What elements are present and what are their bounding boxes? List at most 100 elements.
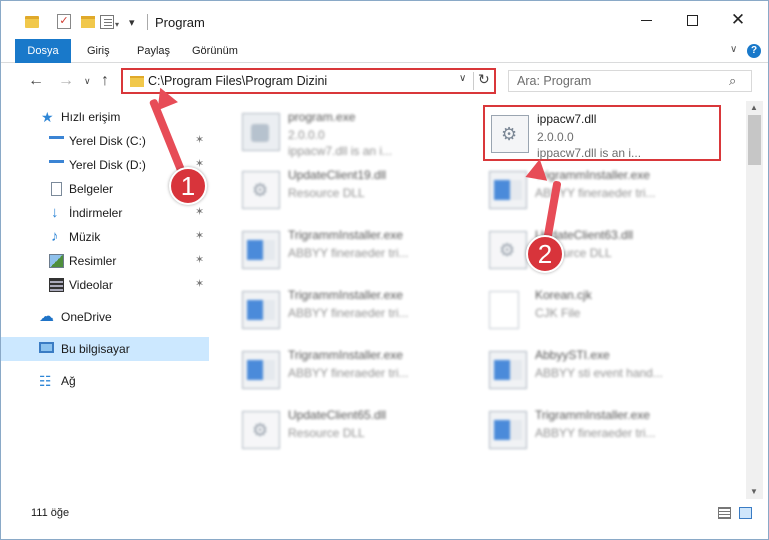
minimize-icon bbox=[640, 19, 652, 21]
recent-locations-icon[interactable]: ∨ bbox=[84, 76, 91, 87]
text-file-icon bbox=[489, 291, 519, 329]
pin-icon[interactable]: ✶ bbox=[195, 133, 204, 146]
sidebar-item-onedrive[interactable]: ☁ OneDrive bbox=[1, 305, 209, 329]
customize-toolbar-icon[interactable]: ▾ bbox=[129, 13, 135, 31]
file-tile-selected[interactable]: ippacw7.dll 2.0.0.0 ippacw7.dll is an i.… bbox=[483, 105, 721, 161]
tab-paylas[interactable]: Paylaş bbox=[137, 39, 170, 63]
pin-icon[interactable]: ✶ bbox=[195, 277, 204, 290]
properties-check-icon[interactable]: ✓ bbox=[57, 14, 71, 29]
forward-arrow-icon[interactable]: → bbox=[58, 72, 74, 90]
folder-icon bbox=[130, 76, 144, 87]
details-view-icon[interactable] bbox=[718, 507, 731, 519]
file-tile[interactable]: TrigrammInstaller.exe ABBYY fineraeder t… bbox=[483, 163, 721, 219]
expand-ribbon-icon[interactable]: ∨ bbox=[730, 44, 737, 55]
sidebar-item-label: OneDrive bbox=[61, 310, 112, 324]
sidebar-item-videos[interactable]: Videolar ✶ bbox=[1, 273, 209, 297]
back-arrow-icon[interactable]: ← bbox=[28, 72, 44, 90]
sidebar-item-label: Bu bilgisayar bbox=[61, 342, 130, 356]
sidebar-item-pictures[interactable]: Resimler ✶ bbox=[1, 249, 209, 273]
file-explorer-window: ✓ ▾ ▾ Program ✕ Dosya Giriş Paylaş Görün… bbox=[0, 0, 769, 540]
scroll-down-icon[interactable]: ▼ bbox=[750, 487, 758, 496]
refresh-icon[interactable]: ↻ bbox=[478, 71, 490, 88]
file-tile[interactable]: Korean.cjk CJK File bbox=[483, 283, 721, 339]
address-bar[interactable]: C:\Program Files\Program Dizini ∨ ↻ bbox=[121, 68, 496, 94]
scroll-up-icon[interactable]: ▲ bbox=[750, 103, 758, 112]
annotation-badge-1: 1 bbox=[169, 167, 207, 205]
file-description: CJK File bbox=[535, 306, 581, 320]
downloads-icon: ↓ bbox=[51, 204, 59, 221]
file-name: program.exe bbox=[288, 110, 356, 124]
large-icons-view-icon[interactable] bbox=[739, 507, 752, 519]
sidebar-item-quick-access[interactable]: ★ Hızlı erişim bbox=[1, 105, 209, 129]
maximize-button[interactable] bbox=[669, 1, 715, 39]
file-tile[interactable]: AbbyySTI.exe ABBYY sti event hand... bbox=[483, 343, 721, 399]
documents-icon bbox=[51, 182, 62, 196]
tab-giris[interactable]: Giriş bbox=[87, 39, 110, 63]
up-arrow-icon[interactable]: ↑ bbox=[101, 72, 109, 90]
drive-icon bbox=[49, 160, 64, 171]
file-description: ABBYY fineraeder tri... bbox=[288, 306, 409, 320]
file-description: ippacw7.dll is an i... bbox=[288, 144, 393, 158]
search-input[interactable]: Ara: Program ⌕ bbox=[508, 70, 752, 92]
tab-gorunum[interactable]: Görünüm bbox=[192, 39, 238, 63]
quick-access-dropdown-icon[interactable]: ▾ bbox=[115, 15, 119, 33]
dll-file-icon bbox=[242, 171, 280, 209]
exe-file-icon bbox=[489, 171, 527, 209]
file-tile[interactable]: TrigrammInstaller.exe ABBYY fineraeder t… bbox=[236, 223, 474, 279]
file-description: ABBYY fineraeder tri... bbox=[288, 246, 409, 260]
file-name: TrigrammInstaller.exe bbox=[535, 168, 650, 182]
file-list: program.exe 2.0.0.0 ippacw7.dll is an i.… bbox=[212, 101, 746, 499]
file-description: ABBYY sti event hand... bbox=[535, 366, 663, 380]
pin-icon[interactable]: ✶ bbox=[195, 205, 204, 218]
file-tile[interactable]: UpdateClient63.dll Resource DLL bbox=[483, 223, 721, 279]
title-bar: ✓ ▾ ▾ Program ✕ bbox=[1, 1, 768, 39]
sidebar-item-music[interactable]: ♪ Müzik ✶ bbox=[1, 225, 209, 249]
new-folder-icon[interactable] bbox=[81, 16, 95, 28]
sidebar-item-label: İndirmeler bbox=[69, 206, 123, 220]
window-title: Program bbox=[155, 15, 205, 30]
pin-icon[interactable]: ✶ bbox=[195, 229, 204, 242]
annotation-arrowhead-2 bbox=[525, 157, 551, 181]
exe-file-icon bbox=[489, 411, 527, 449]
file-description: ABBYY fineraeder tri... bbox=[535, 426, 656, 440]
address-dropdown-icon[interactable]: ∨ bbox=[459, 73, 466, 84]
file-tile[interactable]: UpdateClient65.dll Resource DLL bbox=[236, 403, 474, 459]
file-name: UpdateClient65.dll bbox=[288, 408, 387, 422]
file-tile[interactable]: TrigrammInstaller.exe ABBYY fineraeder t… bbox=[483, 403, 721, 459]
file-description: ABBYY fineraeder tri... bbox=[288, 366, 409, 380]
status-bar: 111 öğe bbox=[1, 501, 768, 525]
tab-dosya[interactable]: Dosya bbox=[15, 39, 71, 63]
scrollbar-thumb[interactable] bbox=[748, 115, 761, 165]
close-button[interactable]: ✕ bbox=[715, 1, 761, 39]
sidebar-item-label: Videolar bbox=[69, 278, 113, 292]
search-icon[interactable]: ⌕ bbox=[729, 73, 736, 89]
minimize-button[interactable] bbox=[623, 1, 669, 39]
sidebar-item-network[interactable]: ☷ Ağ bbox=[1, 369, 209, 393]
sidebar-item-label: Resimler bbox=[69, 254, 117, 268]
view-options-icon[interactable] bbox=[100, 15, 114, 29]
file-version: 2.0.0.0 bbox=[537, 130, 574, 144]
file-tile[interactable]: program.exe 2.0.0.0 ippacw7.dll is an i.… bbox=[236, 105, 474, 161]
file-tile[interactable]: UpdateClient19.dll Resource DLL bbox=[236, 163, 474, 219]
sidebar-item-label: Müzik bbox=[69, 230, 101, 244]
file-name: AbbyySTI.exe bbox=[535, 348, 610, 362]
file-tile[interactable]: TrigrammInstaller.exe ABBYY fineraeder t… bbox=[236, 283, 474, 339]
exe-file-icon bbox=[242, 291, 280, 329]
pictures-icon bbox=[49, 254, 64, 268]
file-name: TrigrammInstaller.exe bbox=[288, 228, 403, 242]
address-path[interactable]: C:\Program Files\Program Dizini bbox=[148, 74, 327, 88]
sidebar-item-this-pc[interactable]: Bu bilgisayar bbox=[1, 337, 209, 361]
file-tile[interactable]: TrigrammInstaller.exe ABBYY fineraeder t… bbox=[236, 343, 474, 399]
ribbon: Dosya Giriş Paylaş Görünüm ∨ ? bbox=[1, 39, 768, 63]
sidebar-item-local-disk-c[interactable]: Yerel Disk (C:) ✶ bbox=[1, 129, 209, 153]
this-pc-icon bbox=[39, 342, 54, 353]
exe-file-icon bbox=[489, 351, 527, 389]
music-icon: ♪ bbox=[51, 228, 59, 245]
help-icon[interactable]: ? bbox=[747, 44, 761, 58]
close-icon: ✕ bbox=[730, 10, 746, 29]
vertical-scrollbar[interactable]: ▲ ▼ bbox=[746, 101, 763, 499]
pin-icon[interactable]: ✶ bbox=[195, 253, 204, 266]
maximize-icon bbox=[686, 14, 698, 26]
program-icon bbox=[242, 113, 280, 151]
sidebar-item-downloads[interactable]: ↓ İndirmeler ✶ bbox=[1, 201, 209, 225]
